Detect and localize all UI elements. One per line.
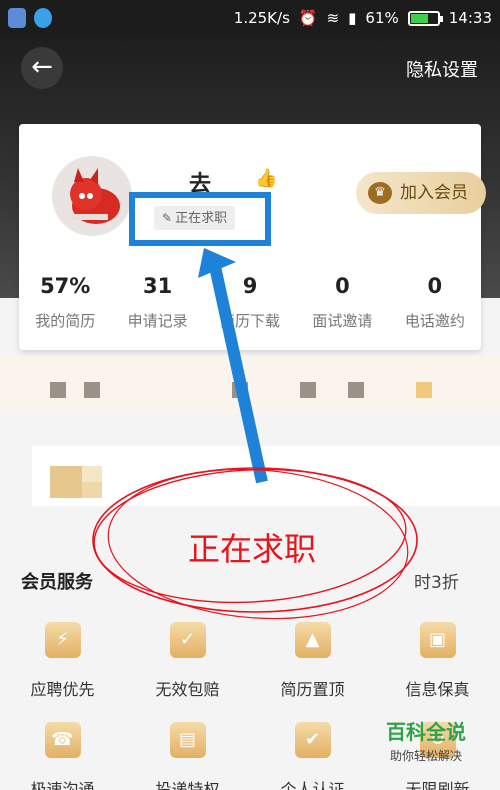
watermark-title: 百科全说	[386, 720, 466, 744]
baike-watermark: 百科全说 助你轻松解决	[366, 716, 486, 764]
arrow-shaft	[208, 260, 268, 484]
annotation-text: 正在求职	[188, 530, 317, 568]
highlight-box	[129, 192, 271, 246]
annotation-overlay	[92, 192, 418, 620]
watermark-subtitle: 助你轻松解决	[389, 749, 462, 763]
